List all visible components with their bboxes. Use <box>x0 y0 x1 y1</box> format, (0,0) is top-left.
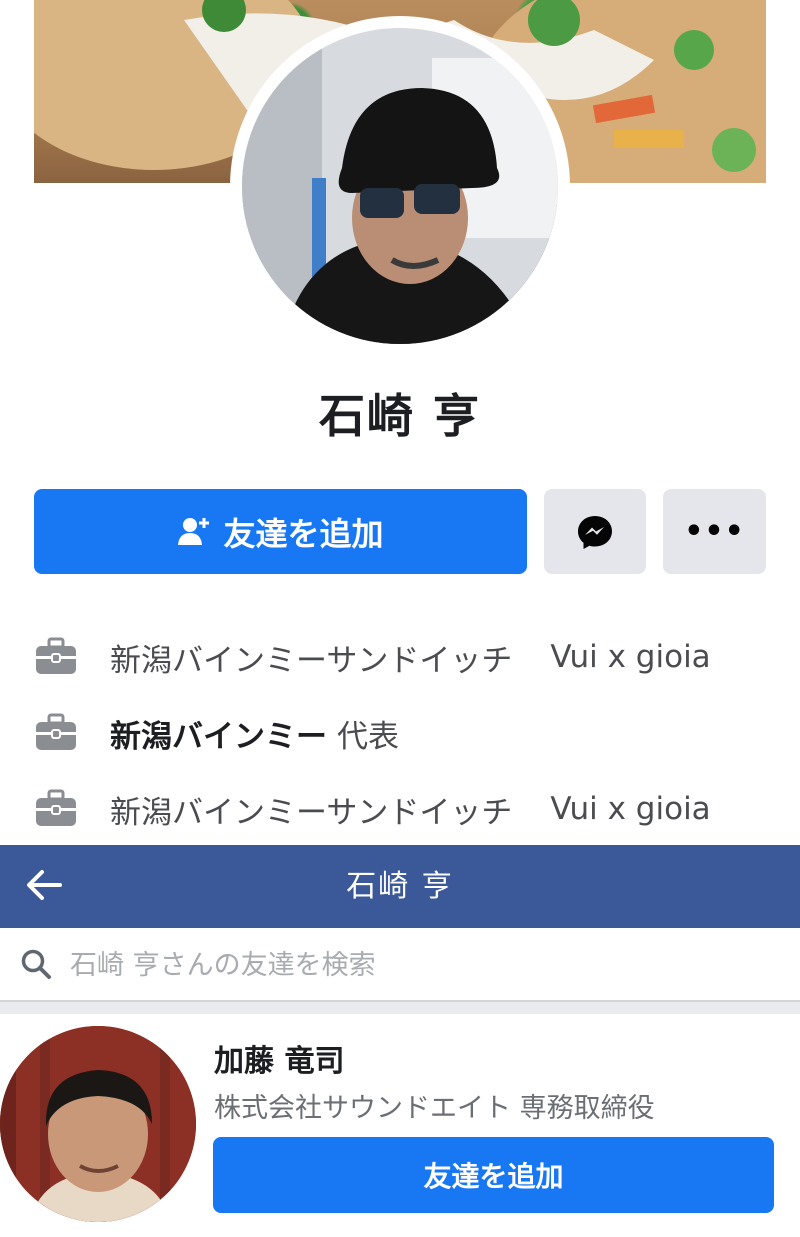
back-arrow-icon[interactable] <box>22 863 66 907</box>
friend-avatar[interactable] <box>0 1026 196 1222</box>
work-item[interactable]: 新潟バインミーサンドイッチ Vui x gioia <box>34 632 774 682</box>
friend-search-input[interactable] <box>68 938 772 992</box>
work-company: 新潟バインミーサンドイッチ <box>110 794 513 831</box>
work-company-bold: 新潟バインミー <box>110 718 327 755</box>
profile-avatar-frame <box>230 16 570 356</box>
search-icon <box>21 949 51 979</box>
profile-name: 石崎 亨 <box>318 389 481 443</box>
friend-add-friend-button[interactable]: 友達を追加 <box>213 1137 774 1213</box>
messenger-icon <box>578 515 612 549</box>
friend-subtitle: 株式会社サウンドエイト 専務取締役 <box>214 1093 655 1124</box>
friend-add-friend-label: 友達を追加 <box>423 1160 564 1193</box>
more-icon: ••• <box>684 514 745 549</box>
add-friend-icon <box>178 517 210 545</box>
add-friend-label: 友達を追加 <box>223 514 384 553</box>
friend-search-bar <box>0 928 800 1002</box>
briefcase-icon <box>36 789 76 826</box>
briefcase-icon <box>36 713 76 750</box>
friends-header-title: 石崎 亨 <box>346 869 454 904</box>
friends-header-bar: 石崎 亨 <box>0 845 800 928</box>
friend-avatar-image <box>0 1026 196 1222</box>
profile-avatar[interactable] <box>242 28 558 344</box>
profile-avatar-image <box>242 28 558 344</box>
more-options-button[interactable]: ••• <box>663 489 766 574</box>
section-divider <box>0 1002 800 1014</box>
work-item[interactable]: 新潟バインミーサンドイッチ Vui x gioia <box>34 784 774 834</box>
friend-name[interactable]: 加藤 竜司 <box>214 1036 344 1080</box>
messenger-button[interactable] <box>544 489 646 574</box>
work-company-suffix: Vui x gioia <box>550 639 711 675</box>
work-position: 代表 <box>337 718 399 755</box>
work-company-suffix: Vui x gioia <box>550 791 711 827</box>
work-company: 新潟バインミーサンドイッチ <box>110 642 513 679</box>
work-item[interactable]: 新潟バインミー 代表 <box>34 708 774 758</box>
add-friend-button[interactable]: 友達を追加 <box>34 489 527 574</box>
briefcase-icon <box>36 637 76 674</box>
